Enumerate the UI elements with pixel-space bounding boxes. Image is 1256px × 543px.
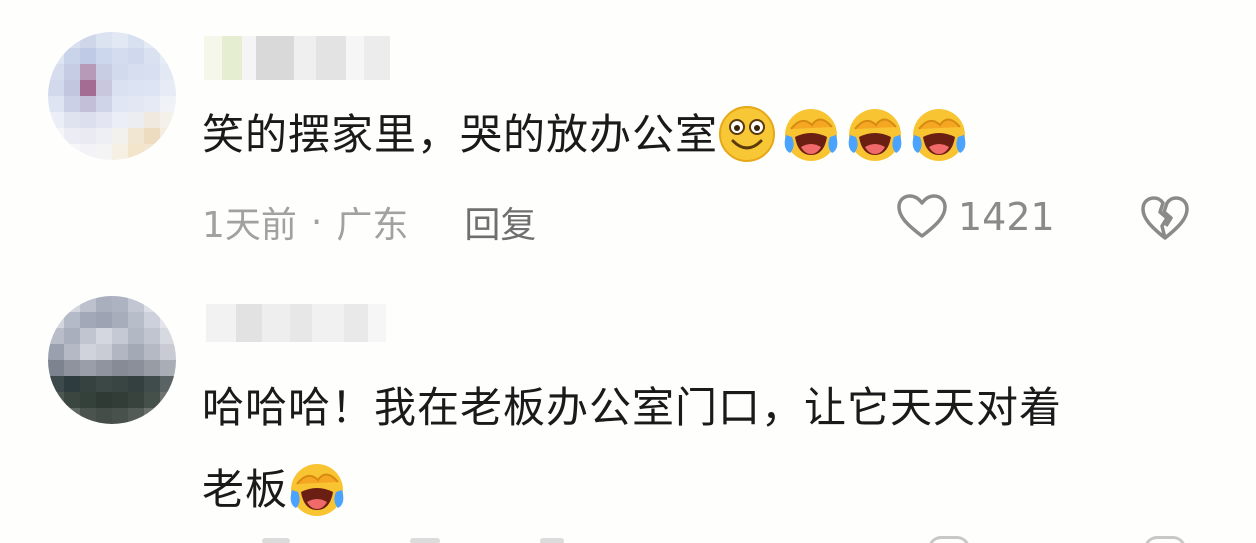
- laugh-cry-emoji-icon: [910, 105, 968, 163]
- like-button[interactable]: 1421: [896, 194, 1055, 240]
- broken-heart-icon: [1141, 196, 1189, 240]
- reply-button[interactable]: 回复: [464, 196, 536, 248]
- smile-emoji-icon: [718, 105, 776, 163]
- dislike-button[interactable]: [1140, 196, 1190, 246]
- like-count: 1421: [958, 195, 1055, 239]
- heart-icon: [897, 194, 947, 238]
- laugh-cry-emoji-icon: [782, 105, 840, 163]
- comment-text-line-2-content: 老板: [202, 465, 289, 514]
- next-row-partial: [0, 534, 1256, 543]
- meta-separator: ·: [310, 201, 323, 243]
- laugh-cry-emoji-icon: [846, 105, 904, 163]
- comment-text-content: 笑的摆家里，哭的放办公室: [202, 110, 719, 159]
- comment-text-line-2: 老板: [202, 458, 1062, 522]
- comment-time: 1天前: [202, 205, 297, 246]
- laugh-cry-emoji-icon: [288, 460, 346, 518]
- comment-location: 广东: [336, 205, 409, 246]
- comment-text: 笑的摆家里，哭的放办公室: [202, 103, 974, 167]
- username-blurred[interactable]: [204, 36, 390, 80]
- avatar[interactable]: [48, 32, 176, 160]
- username-blurred[interactable]: [206, 304, 386, 342]
- comment-meta: 1天前 · 广东 回复: [202, 196, 536, 248]
- avatar[interactable]: [48, 296, 176, 424]
- comment-text: 哈哈哈！我在老板办公室门口，让它天天对着 老板: [202, 376, 1062, 522]
- comment-text-line-1: 哈哈哈！我在老板办公室门口，让它天天对着: [202, 383, 1063, 432]
